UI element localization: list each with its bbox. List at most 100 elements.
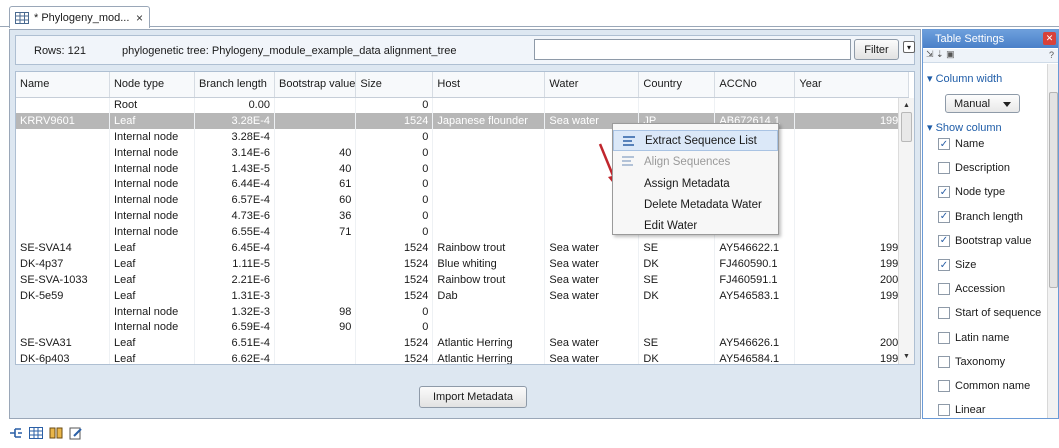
column-width-heading[interactable]: ▾ Column width	[927, 72, 1002, 85]
show-column-checkbox-row[interactable]: Taxonomy	[938, 355, 1005, 368]
table-cell: FJ460590.1	[714, 255, 796, 272]
table-cell: AY546584.1	[714, 351, 796, 364]
show-column-checkbox-row[interactable]: Description	[938, 162, 1010, 175]
table-row[interactable]: Internal node 1.32E-3 98 0	[16, 303, 910, 320]
checkbox-checked-icon[interactable]: ✓	[938, 234, 950, 247]
context-menu: Extract Sequence List Align Sequences Assi…	[612, 123, 779, 235]
table-cell	[16, 192, 110, 209]
checkbox-checked-icon[interactable]: ✓	[938, 138, 950, 150]
show-column-checkbox-row[interactable]: Accession	[938, 283, 1006, 296]
pin-icon[interactable]: ⇲ ⇣ ▣	[926, 49, 955, 59]
table-row[interactable]: DK-6p403 Leaf 6.62E-4 1524 Atlantic Herring S…	[16, 351, 910, 364]
editor-tab[interactable]: * Phylogeny_mod... ×	[9, 6, 150, 28]
checkbox-icon[interactable]	[938, 331, 950, 344]
checkbox-label: Latin name	[955, 331, 1010, 344]
checkbox-checked-icon[interactable]: ✓	[938, 186, 950, 199]
table-cell: DK	[638, 255, 716, 272]
table-cell: 6.51E-4	[194, 335, 275, 352]
table-row[interactable]: Root 0.00 0	[16, 97, 910, 113]
table-cell: 1.11E-5	[194, 255, 275, 272]
table-cell	[794, 192, 910, 209]
show-column-checkbox-row[interactable]: Latin name	[938, 331, 1010, 344]
menu-item-delete-metadata-water[interactable]: Delete Metadata Water	[613, 194, 778, 215]
checkbox-icon[interactable]	[938, 307, 950, 320]
column-header[interactable]: Size	[355, 72, 434, 98]
table-cell	[274, 255, 357, 272]
table-row[interactable]: SE-SVA-1033 Leaf 2.21E-6 1524 Rainbow trout S…	[16, 271, 910, 288]
history-icon[interactable]	[48, 426, 64, 440]
column-header[interactable]: Host	[432, 72, 546, 98]
scroll-down-icon[interactable]: ▼	[903, 353, 910, 360]
table-cell: 1524	[355, 351, 434, 364]
table-cell: DK-5e59	[16, 287, 110, 304]
table-scrollbar[interactable]: ▲ ▼	[898, 98, 914, 364]
show-column-checkbox-row[interactable]: ✓ Name	[938, 138, 984, 150]
show-column-checkbox-row[interactable]: ✓ Bootstrap value	[938, 234, 1031, 247]
table-cell	[432, 144, 546, 161]
table-cell	[432, 208, 546, 225]
show-column-checkbox-row[interactable]: Common name	[938, 380, 1030, 392]
table-cell	[432, 176, 546, 193]
table-row[interactable]: DK-4p37 Leaf 1.11E-5 1524 Blue whiting Sea wa…	[16, 255, 910, 272]
show-column-checkbox-row[interactable]: Linear	[938, 404, 986, 417]
table-row[interactable]: SE-SVA31 Leaf 6.51E-4 1524 Atlantic Herring S…	[16, 335, 910, 352]
help-icon[interactable]: ?	[1049, 50, 1054, 60]
scroll-thumb[interactable]	[901, 112, 912, 142]
column-header[interactable]: ACCNo	[714, 72, 796, 98]
checkbox-checked-icon[interactable]: ✓	[938, 210, 950, 223]
scroll-up-icon[interactable]: ▲	[903, 102, 910, 109]
annotation-icon[interactable]	[68, 426, 84, 440]
table-cell	[794, 128, 910, 145]
filter-button[interactable]: Filter	[854, 39, 899, 60]
table-cell	[16, 303, 110, 320]
column-header[interactable]: Country	[638, 72, 716, 98]
tab-bar: * Phylogeny_mod... ×	[0, 0, 1059, 28]
checkbox-icon[interactable]	[938, 283, 950, 296]
close-icon[interactable]: ✕	[1043, 32, 1056, 45]
column-header[interactable]: Branch length	[194, 72, 275, 98]
import-metadata-button[interactable]: Import Metadata	[419, 386, 527, 408]
table-cell: 1524	[355, 240, 434, 256]
table-cell: 40	[274, 160, 357, 177]
checkbox-icon[interactable]	[938, 355, 950, 368]
show-column-checkbox-row[interactable]: ✓ Size	[938, 259, 976, 271]
tree-view-icon[interactable]	[8, 426, 24, 440]
menu-item-align-sequences[interactable]: Align Sequences	[613, 151, 778, 172]
show-column-checkbox-row[interactable]: ✓ Branch length	[938, 210, 1023, 223]
checkbox-label: Accession	[955, 283, 1006, 296]
panel-scrollbar[interactable]	[1047, 64, 1058, 418]
checkbox-icon[interactable]	[938, 162, 950, 175]
menu-item-extract-sequence-list[interactable]: Extract Sequence List	[613, 130, 778, 151]
column-header[interactable]: Year	[794, 72, 910, 98]
table-view-icon[interactable]	[28, 426, 44, 440]
checkbox-checked-icon[interactable]: ✓	[938, 259, 950, 271]
filter-input[interactable]	[534, 39, 851, 60]
column-header[interactable]: Node type	[109, 72, 195, 98]
table-row[interactable]: DK-5e59 Leaf 1.31E-3 1524 Dab Sea water DK AY54…	[16, 287, 910, 304]
table-row[interactable]: SE-SVA14 Leaf 6.45E-4 1524 Rainbow trout Sea …	[16, 240, 910, 256]
column-header[interactable]: Bootstrap value	[274, 72, 357, 98]
table-row[interactable]: Internal node 6.59E-4 90 0	[16, 319, 910, 336]
panel-toolbar: ⇲ ⇣ ▣ ?	[923, 49, 1058, 63]
checkbox-icon[interactable]	[938, 404, 950, 417]
close-icon[interactable]: ×	[136, 11, 143, 25]
column-header[interactable]: Water	[544, 72, 640, 98]
table-cell: 98	[274, 303, 357, 320]
table-cell: DK-6p403	[16, 351, 110, 364]
menu-item-label: Delete Metadata Water	[644, 198, 762, 211]
menu-item-edit-water[interactable]: Edit Water	[613, 215, 778, 236]
table-cell	[794, 303, 910, 320]
show-column-checkbox-row[interactable]: ✓ Node type	[938, 186, 1005, 199]
show-column-checkbox-row[interactable]: Start of sequence	[938, 307, 1041, 320]
table-cell: SE-SVA-1033	[16, 271, 110, 288]
column-width-select[interactable]: Manual	[945, 94, 1020, 113]
table-cell: 4.73E-6	[194, 208, 275, 225]
menu-item-assign-metadata[interactable]: Assign Metadata	[613, 173, 778, 194]
table-toolbar: Rows: 121 phylogenetic tree: Phylogeny_m…	[15, 35, 915, 65]
show-column-heading[interactable]: ▾ Show column	[927, 121, 1002, 134]
table-cell: 1998	[794, 240, 910, 256]
chevron-down-icon[interactable]: ▾	[903, 41, 915, 53]
column-header[interactable]: Name	[16, 72, 110, 98]
checkbox-icon[interactable]	[938, 380, 950, 392]
scroll-thumb[interactable]	[1049, 92, 1058, 288]
